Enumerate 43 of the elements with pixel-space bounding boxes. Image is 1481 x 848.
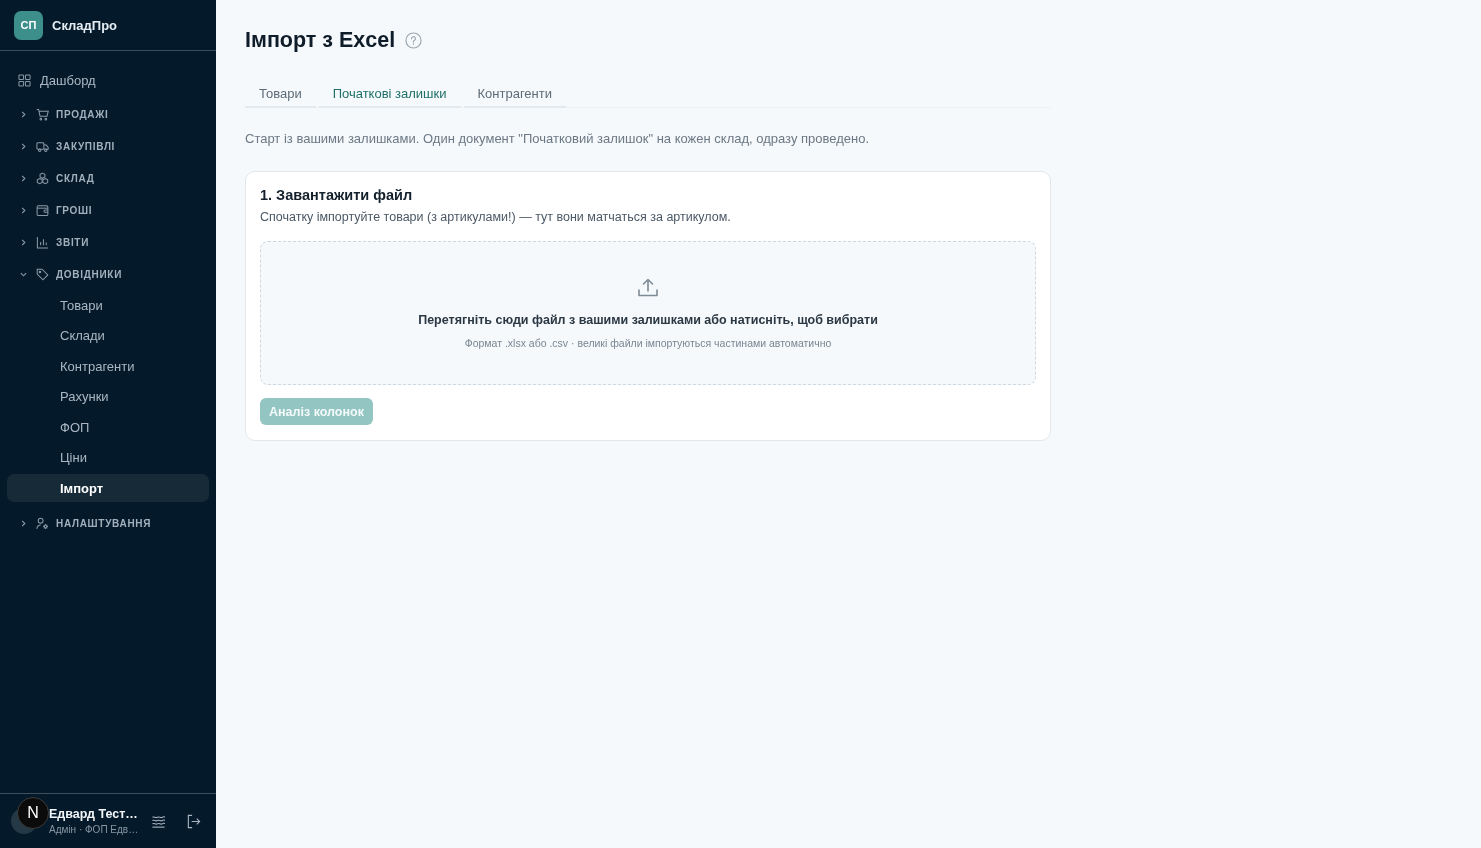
dropzone-text: Перетягніть сюди файл з вашими залишками або натисніть, щоб вибрати — [418, 313, 878, 327]
boxes-icon — [36, 171, 49, 185]
nav-section[interactable]: ПРОДАЖІ — [7, 98, 209, 130]
description-text: Старт із вашими залишками. Один документ "Початковий залишок" на кожен склад, одразу проведено. — [245, 131, 871, 147]
grid-icon — [18, 73, 31, 87]
card-title: 1. Завантажити файл — [260, 187, 414, 204]
file-dropzone[interactable]: Перетягніть сюди файл з вашими залишками або натисніть, щоб вибрати Формат .xlsx або .csv · великі файли імпортуються частинами автоматично — [260, 241, 1036, 385]
logout-icon — [185, 813, 201, 829]
dev-tools-badge[interactable]: N — [17, 797, 49, 829]
cart-icon — [36, 107, 49, 121]
tab[interactable]: Контрагенти — [463, 80, 566, 108]
user-role: Адмін · ФОП Едв… — [49, 824, 140, 835]
nav-item[interactable]: Контрагенти — [7, 352, 209, 380]
user-gear-icon — [36, 516, 49, 530]
waves-button[interactable] — [150, 813, 166, 829]
wallet-icon — [36, 203, 49, 217]
nav-section[interactable]: СКЛАД — [7, 162, 209, 194]
bar-chart-icon — [36, 235, 49, 249]
nav-section[interactable]: ДОВІДНИКИ — [7, 258, 209, 290]
logo-tile: СП — [14, 10, 43, 40]
upload-icon — [637, 277, 659, 299]
nav-item[interactable]: Склади — [7, 321, 209, 350]
nav-section[interactable]: ГРОШІ — [7, 194, 209, 226]
logout-button[interactable] — [185, 813, 201, 829]
card-subtitle: Спочатку імпортуйте товари (з артикулами!) — тут вони матчаться за артикулом. — [260, 209, 732, 225]
tag-icon — [36, 267, 49, 281]
nav-section[interactable]: НАЛАШТУВАННЯ — [7, 507, 209, 539]
app-name: СкладПро — [52, 17, 118, 33]
truck-icon — [36, 139, 49, 153]
nav-section[interactable]: ЗАКУПІВЛІ — [7, 130, 209, 162]
user-name: Едвард Тест… — [49, 807, 139, 821]
nav-section[interactable]: ЗВІТИ — [7, 226, 209, 258]
page-title: Імпорт з Excel — [245, 27, 396, 53]
nav-item[interactable]: Ціни — [7, 443, 209, 472]
nav-item[interactable]: Рахунки — [7, 382, 209, 411]
nav-item[interactable]: Імпорт — [7, 474, 209, 502]
dropzone-hint: Формат .xlsx або .csv · великі файли імпортуються частинами автоматично — [464, 337, 832, 349]
tab[interactable]: Товари — [245, 80, 316, 108]
tab[interactable]: Початкові залишки — [318, 80, 461, 108]
nav-item[interactable]: ФОП — [7, 413, 209, 441]
waves-icon — [150, 813, 166, 829]
nav-item[interactable]: Товари — [7, 291, 209, 319]
nav-item[interactable]: Дашборд — [7, 65, 209, 95]
